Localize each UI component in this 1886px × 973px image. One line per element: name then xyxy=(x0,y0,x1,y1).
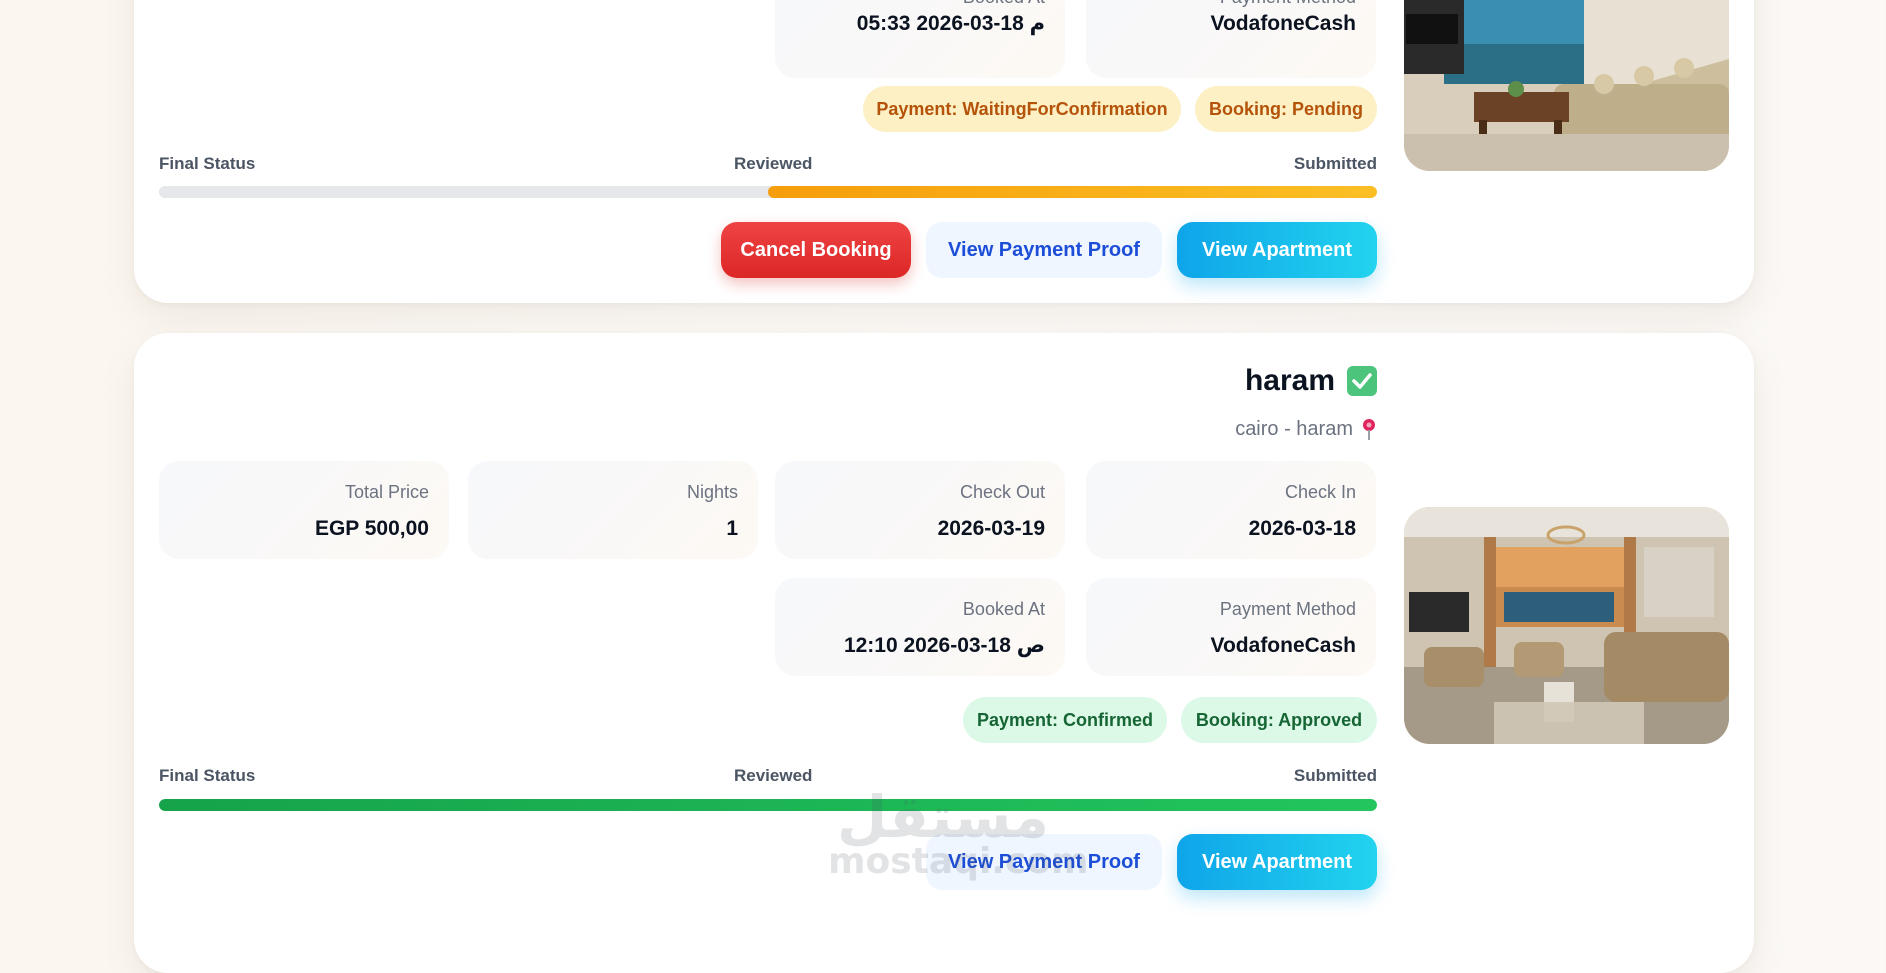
payment-method-box: Payment Method VodafoneCash xyxy=(1086,0,1376,78)
payment-method-label: Payment Method xyxy=(1219,599,1356,619)
step-submitted: Submitted xyxy=(1293,154,1377,173)
total-price-label: Total Price xyxy=(344,482,429,502)
view-payment-proof-button[interactable]: View Payment Proof xyxy=(926,222,1162,278)
total-price-value: EGP 500,00 xyxy=(314,517,429,540)
apartment-photo-image xyxy=(1404,507,1729,744)
title-row: haram xyxy=(1245,363,1377,399)
payment-method-label: Payment Method xyxy=(1086,0,1356,8)
status-progress-bar xyxy=(159,799,1377,811)
status-progress-bar xyxy=(159,186,1377,198)
check-in-label: Check In xyxy=(1284,482,1356,502)
status-progress-fill xyxy=(159,799,1377,811)
step-submitted: Submitted xyxy=(1293,766,1377,785)
check-in-box: Check In 2026-03-18 xyxy=(1086,461,1376,559)
payment-method-box: Payment Method VodafoneCash xyxy=(1086,578,1376,676)
booked-at-value: 05:33 2026-03-18 م xyxy=(856,12,1045,35)
nights-box: Nights 1 xyxy=(468,461,758,559)
payment-status-badge: Payment: Confirmed xyxy=(963,697,1167,743)
pin-icon xyxy=(1361,418,1377,440)
step-final-status: Final Status xyxy=(159,154,256,173)
booking-card: Booked At 05:33 2026-03-18 م Payment Met… xyxy=(134,0,1754,303)
booked-at-box: Booked At 12:10 2026-03-18 ص xyxy=(775,578,1065,676)
location-text: cairo - haram xyxy=(1235,418,1353,440)
check-in-value: 2026-03-18 xyxy=(1248,517,1356,540)
payment-status-badge: Payment: WaitingForConfirmation xyxy=(863,86,1181,132)
booking-card: haram cairo - haram Total Price EGP 500,… xyxy=(134,333,1754,973)
booking-status-badge: Booking: Approved xyxy=(1181,697,1377,743)
apartment-photo[interactable] xyxy=(1404,507,1729,744)
view-apartment-button[interactable]: View Apartment xyxy=(1177,222,1377,278)
step-reviewed: Reviewed xyxy=(734,766,813,785)
status-progress-fill xyxy=(768,186,1377,198)
nights-value: 1 xyxy=(726,517,738,540)
apartment-photo[interactable] xyxy=(1404,0,1729,171)
nights-label: Nights xyxy=(686,482,738,502)
check-out-label: Check Out xyxy=(959,482,1045,502)
booked-at-value: 12:10 2026-03-18 ص xyxy=(843,634,1045,657)
booking-status-badge: Booking: Pending xyxy=(1195,86,1377,132)
check-out-value: 2026-03-19 xyxy=(937,517,1045,540)
total-price-box: Total Price EGP 500,00 xyxy=(159,461,449,559)
booked-at-label: Booked At xyxy=(775,0,1045,8)
view-apartment-button[interactable]: View Apartment xyxy=(1177,834,1377,890)
booked-at-box: Booked At 05:33 2026-03-18 م xyxy=(775,0,1065,78)
payment-method-value: VodafoneCash xyxy=(1210,634,1356,657)
cancel-booking-button[interactable]: Cancel Booking xyxy=(721,222,911,278)
check-mark-icon xyxy=(1347,366,1377,396)
view-payment-proof-button[interactable]: View Payment Proof xyxy=(926,834,1162,890)
apartment-title: haram xyxy=(1244,364,1335,397)
apartment-photo-image xyxy=(1404,0,1729,171)
step-final-status: Final Status xyxy=(159,766,256,785)
booked-at-label: Booked At xyxy=(962,599,1045,619)
payment-method-value: VodafoneCash xyxy=(1210,12,1356,35)
check-out-box: Check Out 2026-03-19 xyxy=(775,461,1065,559)
step-reviewed: Reviewed xyxy=(734,154,813,173)
location-row: cairo - haram xyxy=(1235,417,1377,441)
